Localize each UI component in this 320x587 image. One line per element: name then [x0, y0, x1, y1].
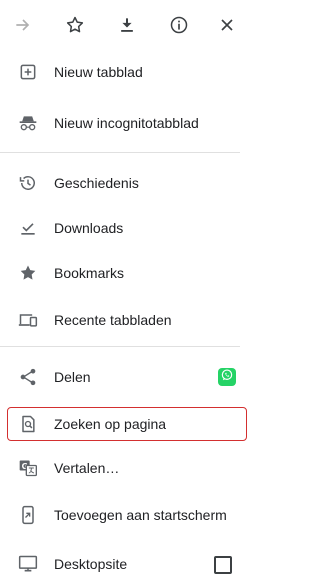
menu-item-desktop-site[interactable]: Desktopsite [0, 544, 240, 584]
menu-item-add-to-home-screen[interactable]: Toevoegen aan startscherm [0, 495, 240, 535]
forward-button[interactable] [8, 10, 38, 40]
overflow-menu: Nieuw tabblad Nieuw incognitotabblad Ges… [0, 0, 247, 587]
menu-item-label: Downloads [54, 220, 124, 236]
menu-item-label: Vertalen… [54, 460, 120, 476]
close-button[interactable] [212, 10, 242, 40]
info-icon [169, 15, 189, 35]
star-filled-icon [18, 263, 38, 283]
history-icon [18, 173, 38, 193]
whatsapp-share-button[interactable] [218, 368, 236, 386]
menu-item-share[interactable]: Delen [0, 357, 240, 397]
desktop-site-checkbox[interactable] [214, 556, 232, 574]
download-page-button[interactable] [112, 10, 142, 40]
share-icon [18, 367, 38, 387]
translate-icon: G [18, 458, 38, 478]
page-info-button[interactable] [164, 10, 194, 40]
download-icon [117, 15, 137, 35]
find-in-page-icon [18, 414, 38, 434]
menu-item-label: Geschiedenis [54, 175, 139, 191]
forward-arrow-icon [13, 15, 33, 35]
menu-item-recent-tabs[interactable]: Recente tabbladen [0, 300, 240, 340]
download-check-icon [18, 218, 38, 238]
menu-item-history[interactable]: Geschiedenis [0, 163, 240, 203]
menu-item-new-incognito-tab[interactable]: Nieuw incognitotabblad [0, 103, 240, 143]
menu-item-label: Bookmarks [54, 265, 125, 281]
monitor-icon [18, 554, 38, 574]
devices-icon [18, 310, 38, 330]
menu-item-bookmarks[interactable]: Bookmarks [0, 253, 240, 293]
plus-box-icon [18, 62, 38, 82]
menu-item-new-tab[interactable]: Nieuw tabblad [0, 52, 240, 92]
menu-item-label: Zoeken op pagina [54, 416, 167, 432]
menu-item-find-in-page[interactable]: Zoeken op pagina [0, 404, 240, 444]
whatsapp-icon [220, 368, 234, 387]
add-to-home-icon [18, 505, 38, 525]
menu-item-label: Desktopsite [54, 556, 128, 572]
menu-item-label: Nieuw tabblad [54, 64, 143, 80]
menu-divider [0, 152, 240, 153]
menu-toolbar [0, 0, 240, 50]
bookmark-star-button[interactable] [60, 10, 90, 40]
menu-item-translate[interactable]: G Vertalen… [0, 448, 240, 488]
incognito-icon [18, 113, 38, 133]
menu-item-label: Toevoegen aan startscherm [54, 507, 227, 523]
menu-item-downloads[interactable]: Downloads [0, 208, 240, 248]
close-icon [217, 15, 237, 35]
menu-item-label: Recente tabbladen [54, 312, 172, 328]
menu-divider [0, 346, 240, 347]
menu-item-label: Nieuw incognitotabblad [54, 115, 199, 131]
menu-item-label: Delen [54, 369, 91, 385]
star-icon [65, 15, 85, 35]
